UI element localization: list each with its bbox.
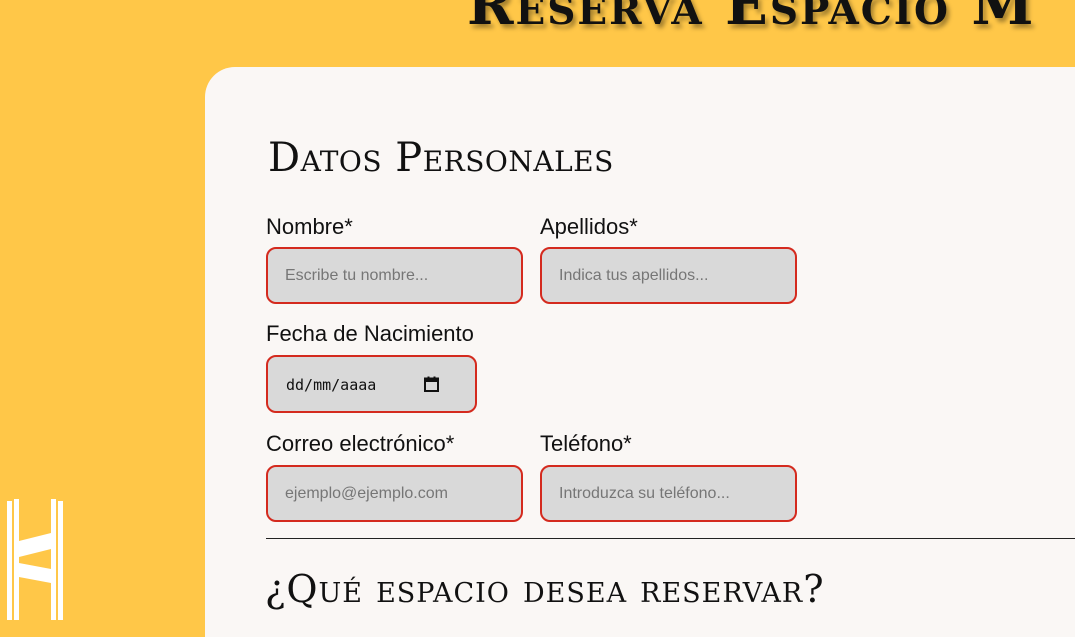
- calendar-icon[interactable]: [423, 376, 440, 393]
- apellidos-label: Apellidos*: [540, 214, 638, 239]
- fecha-nacimiento-label: Fecha de Nacimiento: [266, 321, 474, 346]
- space-selection-title: ¿Qué espacio desea reservar?: [265, 567, 825, 611]
- correo-input[interactable]: [266, 465, 523, 522]
- nombre-input[interactable]: [266, 247, 523, 304]
- section-divider: [266, 538, 1075, 539]
- telefono-input[interactable]: [540, 465, 797, 522]
- reservation-form: Datos Personales Nombre* Apellidos* Fech…: [205, 67, 1075, 637]
- page-title: Reserva Espacio M: [467, 0, 1036, 38]
- date-format-placeholder: dd/mm/aaaa: [286, 376, 377, 394]
- apellidos-input[interactable]: [540, 247, 797, 304]
- personal-data-title: Datos Personales: [268, 135, 614, 181]
- hh-logo-icon: [3, 499, 67, 620]
- correo-label: Correo electrónico*: [266, 431, 455, 456]
- nombre-label: Nombre*: [266, 214, 353, 239]
- fecha-nacimiento-input[interactable]: dd/mm/aaaa: [266, 355, 477, 413]
- telefono-label: Teléfono*: [540, 431, 632, 456]
